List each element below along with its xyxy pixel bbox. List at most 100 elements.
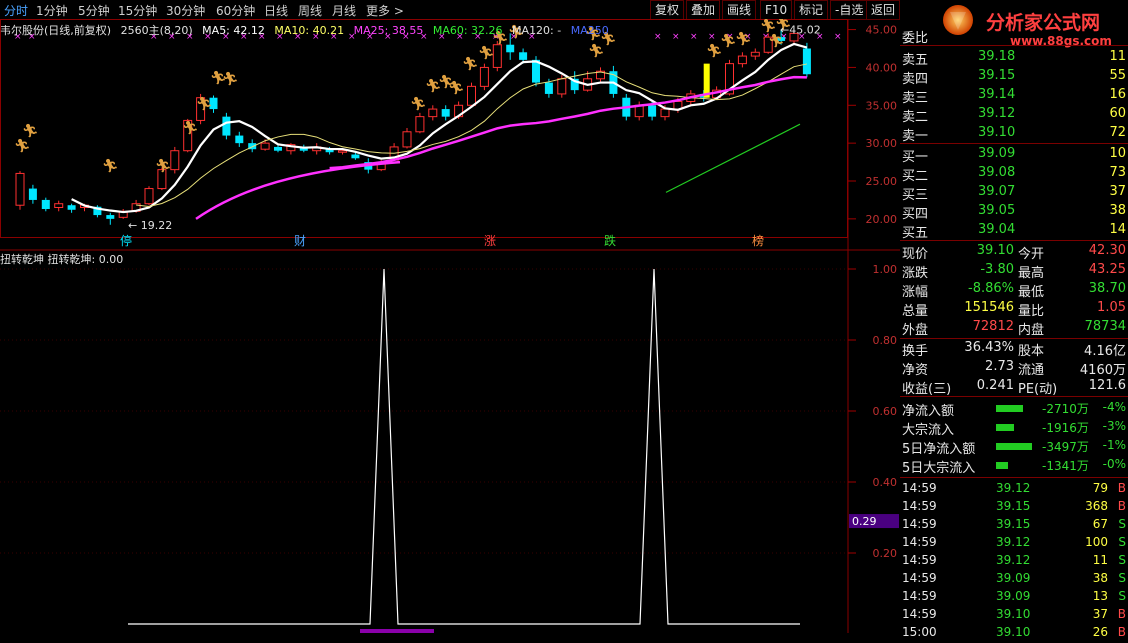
tick-side: B [1117,499,1126,513]
flow-percent: -4% [1102,400,1126,414]
tick-side: S [1118,517,1126,531]
candle[interactable] [441,105,450,121]
scroll-indicator[interactable] [360,629,434,633]
price-axis-label: 40.00 [866,61,898,74]
tab-7[interactable]: 周线 [298,2,322,19]
toolbar-button-0[interactable]: 复权 [650,0,685,20]
fundamental-label: 净资 [902,363,929,378]
kline-chart[interactable]: 45.0040.0035.0030.0025.0020.00× × × × × × × × × ×… [0,19,900,633]
tab-2[interactable]: 5分钟 [78,2,110,19]
candle[interactable] [750,48,760,60]
event-marker[interactable]: 跌 [604,233,616,248]
ask-row: 卖一 39.10 72 [902,125,1128,144]
signal-marker: × [654,32,662,42]
high-price-label: ←45.02 [780,23,821,36]
flow-bar [996,424,1014,431]
price-axis-label: 20.00 [866,213,898,226]
quote-value: 72812 [972,319,1014,334]
candle[interactable] [467,82,476,107]
panel-divider [900,338,1128,339]
ask-label: 卖五 [902,53,929,68]
candle[interactable] [402,128,412,149]
fundamental-row: 收益(三) 0.241 PE(动) 121.6 [902,378,1128,397]
tick-price: 39.09 [996,571,1031,585]
fundamental-value: 121.6 [1088,378,1126,393]
candle[interactable] [170,146,180,174]
toolbar-button-5[interactable]: -自选 [830,0,869,20]
tick-volume: 100 [1085,535,1108,549]
tab-8[interactable]: 月线 [332,2,356,19]
candle[interactable] [54,200,64,212]
candle[interactable] [312,143,322,155]
event-marker[interactable]: 停 [120,233,132,248]
signal-runner-icon: 🏃︎ [22,123,39,139]
flow-bar [996,443,1032,450]
candle[interactable] [144,186,154,206]
tab-9[interactable]: 更多 > [366,2,404,19]
tick-time: 14:59 [902,553,937,567]
panel-divider [900,143,1128,144]
tab-1[interactable]: 1分钟 [36,2,68,19]
candle[interactable] [596,67,605,83]
candle[interactable] [415,112,425,134]
tick-time: 14:59 [902,535,937,549]
ask-volume: 72 [1109,125,1126,140]
signal-runner-icon: 🏃︎ [478,45,495,61]
candle[interactable] [479,63,489,91]
flow-row: 5日大宗流入 -1341万 -0% [902,457,1128,476]
bid-volume: 73 [1109,165,1126,180]
fundamental-value: 4160万 [1079,363,1126,378]
toolbar-button-2[interactable]: 画线 [722,0,757,20]
signal-marker: × [690,32,698,42]
candle[interactable] [15,171,25,210]
tick-volume: 38 [1092,571,1108,585]
ma250-value: MA250 [570,24,609,37]
candle[interactable] [222,112,231,140]
event-marker[interactable]: 涨 [484,233,496,248]
toolbar-button-6[interactable]: 返回 [866,0,901,20]
bid-price: 39.09 [978,146,1016,161]
orderbook-header: 委比 [902,27,1128,46]
candle[interactable] [41,197,50,212]
indicator-axis-label: 1.00 [873,263,898,276]
toolbar-button-1[interactable]: 叠加 [686,0,721,20]
tab-3[interactable]: 15分钟 [118,2,157,19]
fundamental-row: 净资 2.73 流通 4160万 [902,359,1128,378]
candle[interactable] [235,131,244,147]
indicator-axis-label: 0.80 [873,334,898,347]
candle[interactable] [106,212,115,225]
tick-volume: 11 [1092,553,1108,567]
tick-price: 39.09 [996,589,1031,603]
tab-6[interactable]: 日线 [264,2,288,19]
candle[interactable] [428,105,438,121]
candle[interactable] [28,184,37,204]
toolbar-button-3[interactable]: F10 [760,0,793,20]
tick-time: 14:59 [902,607,937,621]
tick-volume: 368 [1085,499,1108,513]
indicator-axis-label: 0.60 [873,405,898,418]
event-marker[interactable]: 财 [294,234,306,248]
tab-0[interactable]: 分时 [4,2,28,19]
candle[interactable] [118,209,128,219]
flow-value: -1916万 [1042,421,1089,435]
quote-value: 39.10 [976,243,1014,258]
candle[interactable] [737,52,747,68]
tab-5[interactable]: 60分钟 [216,2,255,19]
ma25-value: MA25: 38.55 [353,24,424,37]
quote-row: 涨跌 -3.80 最高 43.25 [902,262,1128,281]
event-marker[interactable]: 榜 [752,233,764,248]
candle[interactable] [67,203,76,213]
flow-label: 大宗流入 [902,423,955,438]
quote-label: 最高 [1018,266,1045,281]
price-axis-label: 35.00 [866,99,898,112]
quote-label: 今开 [1018,247,1045,262]
flow-row: 净流入额 -2710万 -4% [902,400,1128,419]
flow-value: -1341万 [1042,459,1089,473]
candle[interactable] [802,42,811,78]
tab-4[interactable]: 30分钟 [166,2,205,19]
quote-label: 涨幅 [902,285,929,300]
panel-divider [900,477,1128,478]
panel-divider [900,45,1128,46]
bid-volume: 10 [1109,146,1126,161]
toolbar-button-4[interactable]: 标记 [794,0,829,20]
